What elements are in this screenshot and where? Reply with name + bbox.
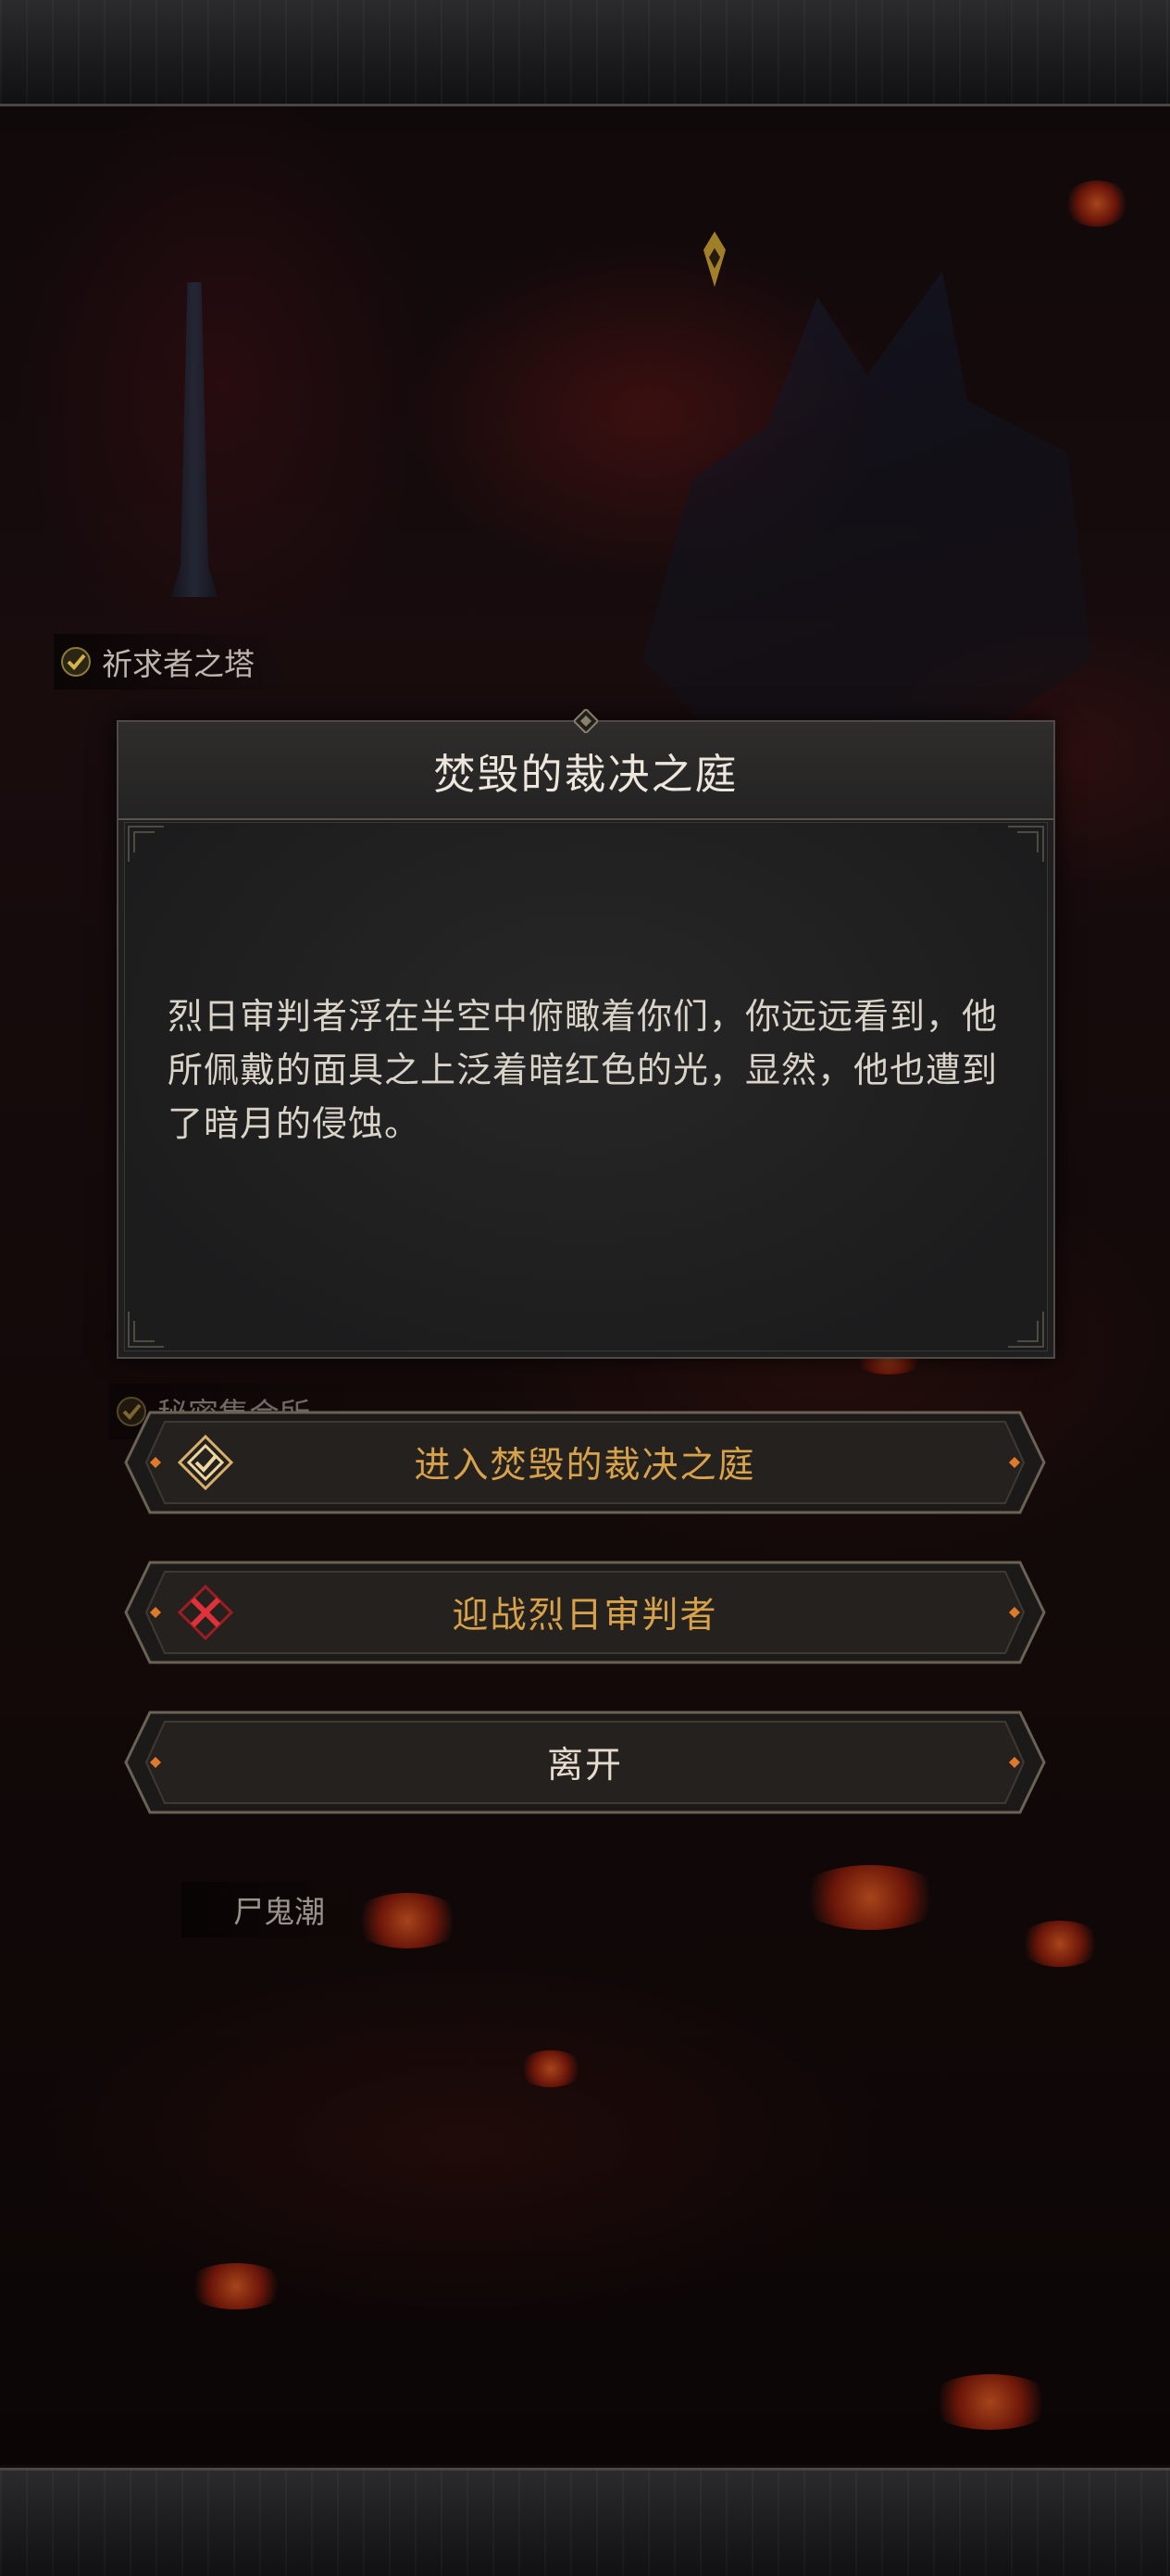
leave-label: 离开 [546,1745,623,1786]
crossed-swords-icon [178,1585,233,1640]
enter-court-label: 进入焚毁的裁决之庭 [414,1445,756,1487]
map-location-marker-icon[interactable] [703,231,726,287]
enter-court-button[interactable]: 进入焚毁的裁决之庭 [124,1411,1046,1514]
top-ornament-bar [0,0,1170,106]
corner-ornament-icon [1008,1312,1044,1348]
map-node-corpse-tide[interactable]: 尸鬼潮 [181,1882,362,1937]
map-node-label: 祈求者之塔 [102,646,255,682]
corner-ornament-icon [128,1312,164,1348]
dialog-description: 烈日审判者浮在半空中俯瞰着你们，你远远看到，他所佩戴的面具之上泛着暗红色的光，显… [168,996,999,1144]
map-node-tower-of-supplicants[interactable]: 祈求者之塔 [54,634,292,690]
check-icon [61,647,91,677]
leave-button[interactable]: 离开 [124,1711,1046,1814]
ornament-diamond-icon [574,709,598,733]
dialog-title: 焚毁的裁决之庭 [433,749,739,799]
fight-judge-label: 迎战烈日审判者 [452,1595,718,1636]
fight-judge-button[interactable]: 迎战烈日审判者 [124,1561,1046,1664]
enter-diamond-icon [178,1435,233,1490]
event-dialog: 焚毁的裁决之庭 烈日审判者浮在半空中俯瞰着你们，你远远看到，他所佩戴的面具之上泛… [117,709,1055,1359]
dialog-header: 焚毁的裁决之庭 [118,709,1053,820]
dialog-body: 烈日审判者浮在半空中俯瞰着你们，你远远看到，他所佩戴的面具之上泛着暗红色的光，显… [124,822,1048,1351]
bottom-ornament-bar [0,2468,1170,2576]
corner-ornament-icon [1008,826,1044,862]
corner-ornament-icon [128,826,164,862]
map-node-label: 尸鬼潮 [233,1894,325,1930]
